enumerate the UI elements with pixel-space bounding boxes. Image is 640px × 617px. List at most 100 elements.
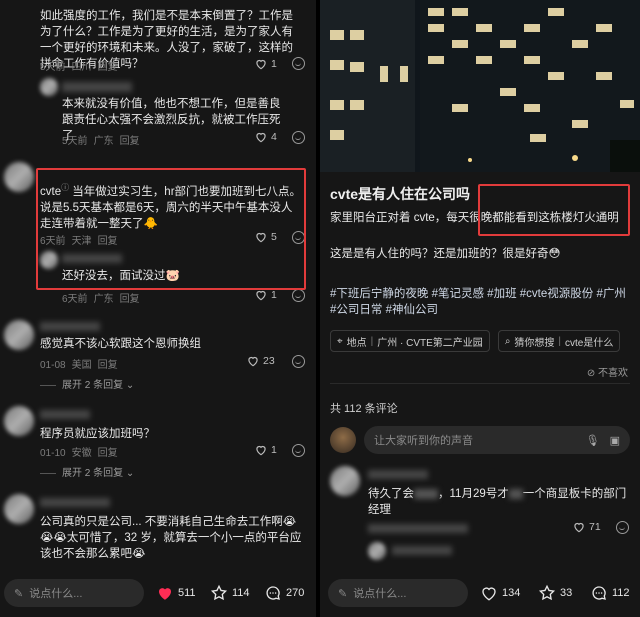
comment-button[interactable]: 112 bbox=[590, 584, 630, 602]
favorite-button[interactable]: 114 bbox=[210, 584, 250, 602]
comment-button[interactable]: 270 bbox=[264, 584, 304, 602]
username-blurred bbox=[40, 498, 110, 507]
chevron-down-icon: ⌄ bbox=[123, 468, 135, 479]
like-button[interactable]: 1 bbox=[254, 288, 277, 302]
username-blurred bbox=[40, 322, 100, 331]
search-suggestion-tag[interactable]: ⌕ 猜你想搜 | cvte是什么 bbox=[497, 330, 621, 352]
location-tag[interactable]: ⌖ 地点 | 广州 · CVTE第二产业园 bbox=[330, 330, 490, 352]
comment-more-icon[interactable] bbox=[292, 131, 305, 144]
expand-replies-button[interactable]: 展开 2 条回复 ⌄ bbox=[40, 376, 134, 391]
comment-location: 美国 bbox=[71, 360, 92, 371]
pencil-icon: ✎ bbox=[338, 587, 348, 600]
comment-input-placeholder: 说点什么... bbox=[353, 588, 407, 600]
like-button[interactable]: 23 bbox=[246, 354, 275, 368]
avatar[interactable] bbox=[4, 162, 34, 192]
like-count: 71 bbox=[589, 521, 601, 533]
comment-input[interactable]: ✎ 说点什么... bbox=[328, 579, 468, 607]
redacted-text bbox=[414, 488, 438, 499]
comment-count: 112 bbox=[612, 587, 630, 599]
bottom-action-bar: ✎ 说点什么... 134 33 112 bbox=[320, 569, 640, 617]
comment-input[interactable]: 让大家听到你的声音 🎙︎ ▣ bbox=[364, 426, 630, 454]
comment-input-placeholder: 让大家听到你的声音 bbox=[374, 435, 473, 447]
comment-more-icon[interactable] bbox=[292, 289, 305, 302]
favorite-count: 114 bbox=[232, 587, 250, 599]
avatar[interactable] bbox=[330, 466, 360, 496]
dislike-button[interactable]: ⊘ 不喜欢 bbox=[587, 364, 628, 379]
reply-button[interactable]: 回复 bbox=[98, 448, 118, 459]
comment-meta: 5天前 四川 回复 bbox=[40, 58, 124, 73]
guess-value: cvte是什么 bbox=[565, 337, 614, 349]
like-button[interactable]: 4 bbox=[254, 130, 277, 144]
microphone-icon[interactable]: 🎙︎ bbox=[586, 434, 600, 447]
avatar[interactable] bbox=[4, 406, 34, 436]
heart-icon bbox=[256, 445, 266, 456]
heart-icon bbox=[256, 59, 266, 70]
heart-icon bbox=[248, 356, 258, 367]
star-icon bbox=[210, 584, 228, 601]
dislike-label: 不喜欢 bbox=[598, 368, 628, 379]
my-avatar[interactable] bbox=[330, 427, 356, 453]
avatar[interactable] bbox=[40, 78, 58, 96]
like-button[interactable]: 1 bbox=[254, 443, 277, 457]
username-blurred bbox=[62, 82, 132, 92]
comment-input[interactable]: ✎ 说点什么... bbox=[4, 579, 144, 607]
divider: | bbox=[558, 335, 562, 347]
avatar[interactable] bbox=[368, 542, 386, 560]
expand-label: 展开 2 条回复 bbox=[62, 468, 124, 479]
expand-replies-button[interactable]: 展开 2 条回复 ⌄ bbox=[40, 464, 134, 479]
dislike-icon: ⊘ bbox=[586, 368, 596, 379]
chat-bubble-icon bbox=[592, 586, 606, 600]
like-count: 134 bbox=[502, 587, 521, 599]
comment-time: 5天前 bbox=[40, 62, 66, 73]
pencil-icon: ✎ bbox=[14, 587, 24, 600]
post-title: cvte是有人住在公司吗 bbox=[330, 186, 471, 202]
reply-button[interactable]: 回复 bbox=[120, 136, 140, 147]
comment-more-icon[interactable] bbox=[292, 57, 305, 70]
avatar[interactable] bbox=[4, 494, 34, 524]
like-button[interactable]: 511 bbox=[156, 584, 196, 602]
comment-count-header: 共 112 条评论 bbox=[330, 403, 398, 415]
input-actions: 🎙︎ ▣ bbox=[586, 434, 620, 447]
left-comment-panel: 如此强度的工作，我们是不是本末倒置了？工作是为了什么？工作是为了更好的生活，是为… bbox=[0, 0, 316, 617]
comment-body: 公司真的只是公司... 不要消耗自己生命去工作啊 bbox=[40, 516, 283, 528]
favorite-button[interactable]: 33 bbox=[538, 584, 572, 602]
like-button[interactable]: 134 bbox=[480, 584, 520, 602]
username-blurred bbox=[40, 410, 90, 419]
comment-time: 01-08 bbox=[40, 360, 66, 371]
chat-bubble-icon bbox=[266, 586, 280, 600]
reply-meta: 5天前 广东 回复 bbox=[62, 132, 146, 147]
reply-button[interactable]: 回复 bbox=[98, 62, 118, 73]
comment-text: 公司真的只是公司... 不要消耗自己生命去工作啊😭😭😭太可惜了，32 岁，就算去… bbox=[40, 514, 308, 562]
post-body-question: 这是是有人住的吗？还是加班的？很是好奇😳 bbox=[330, 246, 561, 262]
like-button[interactable]: 71 bbox=[572, 520, 601, 534]
post-image[interactable] bbox=[320, 0, 640, 172]
comment-more-icon[interactable] bbox=[616, 521, 629, 534]
redacted-text bbox=[508, 488, 523, 499]
comment-time: 01-10 bbox=[40, 448, 66, 459]
reply-button[interactable]: 回复 bbox=[98, 360, 118, 371]
post-body-line: 这是是有人住的吗？还是加班的？很是好奇 bbox=[330, 248, 549, 260]
comment-more-icon[interactable] bbox=[292, 444, 305, 457]
comment-location: 安徽 bbox=[71, 448, 92, 459]
comment-text: 待久了会 ，11月29号才 一个商显板卡的部门经理 bbox=[368, 486, 632, 518]
post-tags-row: ⌖ 地点 | 广州 · CVTE第二产业园 ⌕ 猜你想搜 | cvte是什么 bbox=[330, 330, 621, 352]
reply-button[interactable]: 回复 bbox=[120, 294, 140, 305]
comment-location: 广东 bbox=[93, 136, 114, 147]
star-icon bbox=[538, 584, 556, 601]
like-button[interactable]: 1 bbox=[254, 57, 277, 71]
post-hashtags[interactable]: #下班后宁静的夜晚 #笔记灵感 #加班 #cvte视源股份 #广州 #公司日常 … bbox=[330, 286, 630, 318]
comment-location: 广东 bbox=[93, 294, 114, 305]
divider-line bbox=[330, 383, 630, 384]
image-icon[interactable]: ▣ bbox=[610, 434, 620, 447]
heart-filled-icon bbox=[159, 588, 171, 600]
heart-icon bbox=[256, 290, 266, 301]
like-count: 23 bbox=[263, 355, 275, 367]
comment-text: 程序员就应该加班吗？ bbox=[40, 428, 155, 440]
reply-meta: 6天前 广东 回复 bbox=[62, 290, 146, 305]
comment-more-icon[interactable] bbox=[292, 355, 305, 368]
avatar[interactable] bbox=[4, 320, 34, 350]
comment-count: 270 bbox=[286, 587, 305, 599]
username-blurred bbox=[368, 470, 428, 479]
comment-location: 四川 bbox=[71, 62, 92, 73]
expand-label: 展开 2 条回复 bbox=[62, 380, 124, 391]
